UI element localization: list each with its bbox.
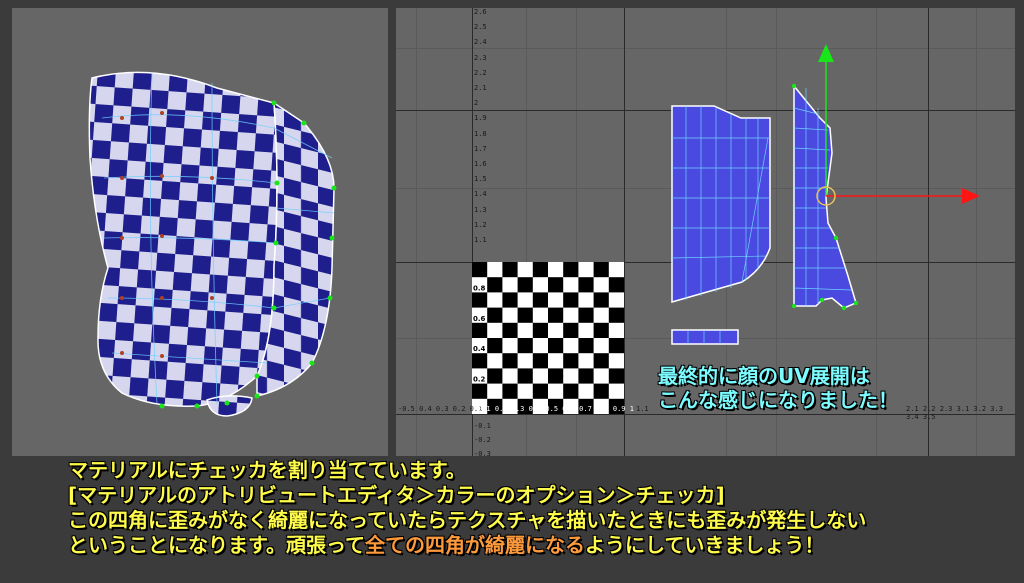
checker-cell (608, 277, 624, 293)
checker-cell (593, 353, 609, 369)
uv-shell-strip (671, 329, 739, 345)
checker-cell (608, 368, 624, 384)
checker-tick-label: 0.9 (473, 269, 486, 277)
checker-cell (548, 277, 564, 293)
checker-tick-label: 0.5 (473, 330, 486, 338)
checker-cell (502, 353, 518, 369)
checker-cell (578, 307, 594, 323)
move-manipulator (816, 44, 980, 206)
checker-cell (532, 292, 548, 308)
uv-shell-side (793, 83, 857, 309)
viewport-3d[interactable] (12, 8, 388, 456)
checker-cell (532, 262, 548, 278)
caption-line-1: マテリアルにチェッカを割り当てています。 (68, 458, 466, 482)
uv-texture-editor[interactable]: 2.6 2.5 2.4 2.3 2.2 2.1 2 1.9 1.8 1.7 1.6 1.5 1.4 1.3… (396, 8, 1015, 456)
mesh-front (88, 71, 278, 407)
tutorial-caption: マテリアルにチェッカを割り当てています。 [マテリアルのアトリビュートエディタ＞… (68, 458, 1018, 558)
checker-cell (517, 368, 533, 384)
checker-cell (593, 383, 609, 399)
checker-cell (563, 353, 579, 369)
checker-cell (548, 338, 564, 354)
checker-tick-label: 0.1 (473, 391, 486, 399)
checker-cell (532, 353, 548, 369)
checker-cell (563, 383, 579, 399)
checker-cell (502, 262, 518, 278)
checker-cell (487, 307, 503, 323)
manip-up-arrow-icon (818, 44, 834, 62)
checker-cell (593, 262, 609, 278)
checker-cell (517, 307, 533, 323)
checker-tick-label: 0.6 (473, 315, 486, 323)
checker-cell (502, 383, 518, 399)
checker-cell (563, 262, 579, 278)
manip-right-arrow-icon (962, 188, 980, 204)
caption-line-2: [マテリアルのアトリビュートエディタ＞カラーのオプション＞チェッカ] (68, 483, 725, 507)
checker-cell (548, 307, 564, 323)
checker-cell (502, 322, 518, 338)
checker-cell (487, 338, 503, 354)
checker-cell (548, 368, 564, 384)
checker-cell (532, 383, 548, 399)
checker-cell (593, 292, 609, 308)
caption-line-3: この四角に歪みがなく綺麗になっていたらテクスチャを描いたときにも歪みが発生しない (68, 508, 867, 532)
checker-cell (578, 338, 594, 354)
checker-cell (532, 322, 548, 338)
checker-cell (578, 277, 594, 293)
checker-cell (608, 338, 624, 354)
checker-cell (517, 338, 533, 354)
mesh-chin (206, 395, 253, 417)
checker-tick-label: 0.8 (473, 284, 486, 292)
checker-cell (487, 368, 503, 384)
checker-mesh-render (88, 71, 337, 417)
checker-cell (578, 368, 594, 384)
uv-shell-front (671, 105, 771, 303)
checker-cell (563, 322, 579, 338)
uv-checker-texture: 0.9 0.8 0.7 0.6 0.5 0.4 0.3 0.2 0.1 (472, 262, 624, 414)
checker-tick-label: 0.4 (473, 345, 486, 353)
checker-cell (517, 277, 533, 293)
checker-tick-label: 0.7 (473, 300, 486, 308)
checker-tick-label: 0.3 (473, 360, 486, 368)
checker-cell (563, 292, 579, 308)
uv-annotation: 最終的に顔のUV展開は こんな感じになりました！ (658, 364, 898, 412)
checker-cell (487, 277, 503, 293)
checker-cell (608, 307, 624, 323)
caption-highlight: 全ての四角が綺麗になる (365, 533, 585, 557)
checker-tick-label: 0.2 (473, 376, 486, 384)
checker-cell (502, 292, 518, 308)
checker-cell (593, 322, 609, 338)
caption-line-4: ということになります。頑張って全ての四角が綺麗になるようにしていきましょう！ (68, 533, 825, 557)
